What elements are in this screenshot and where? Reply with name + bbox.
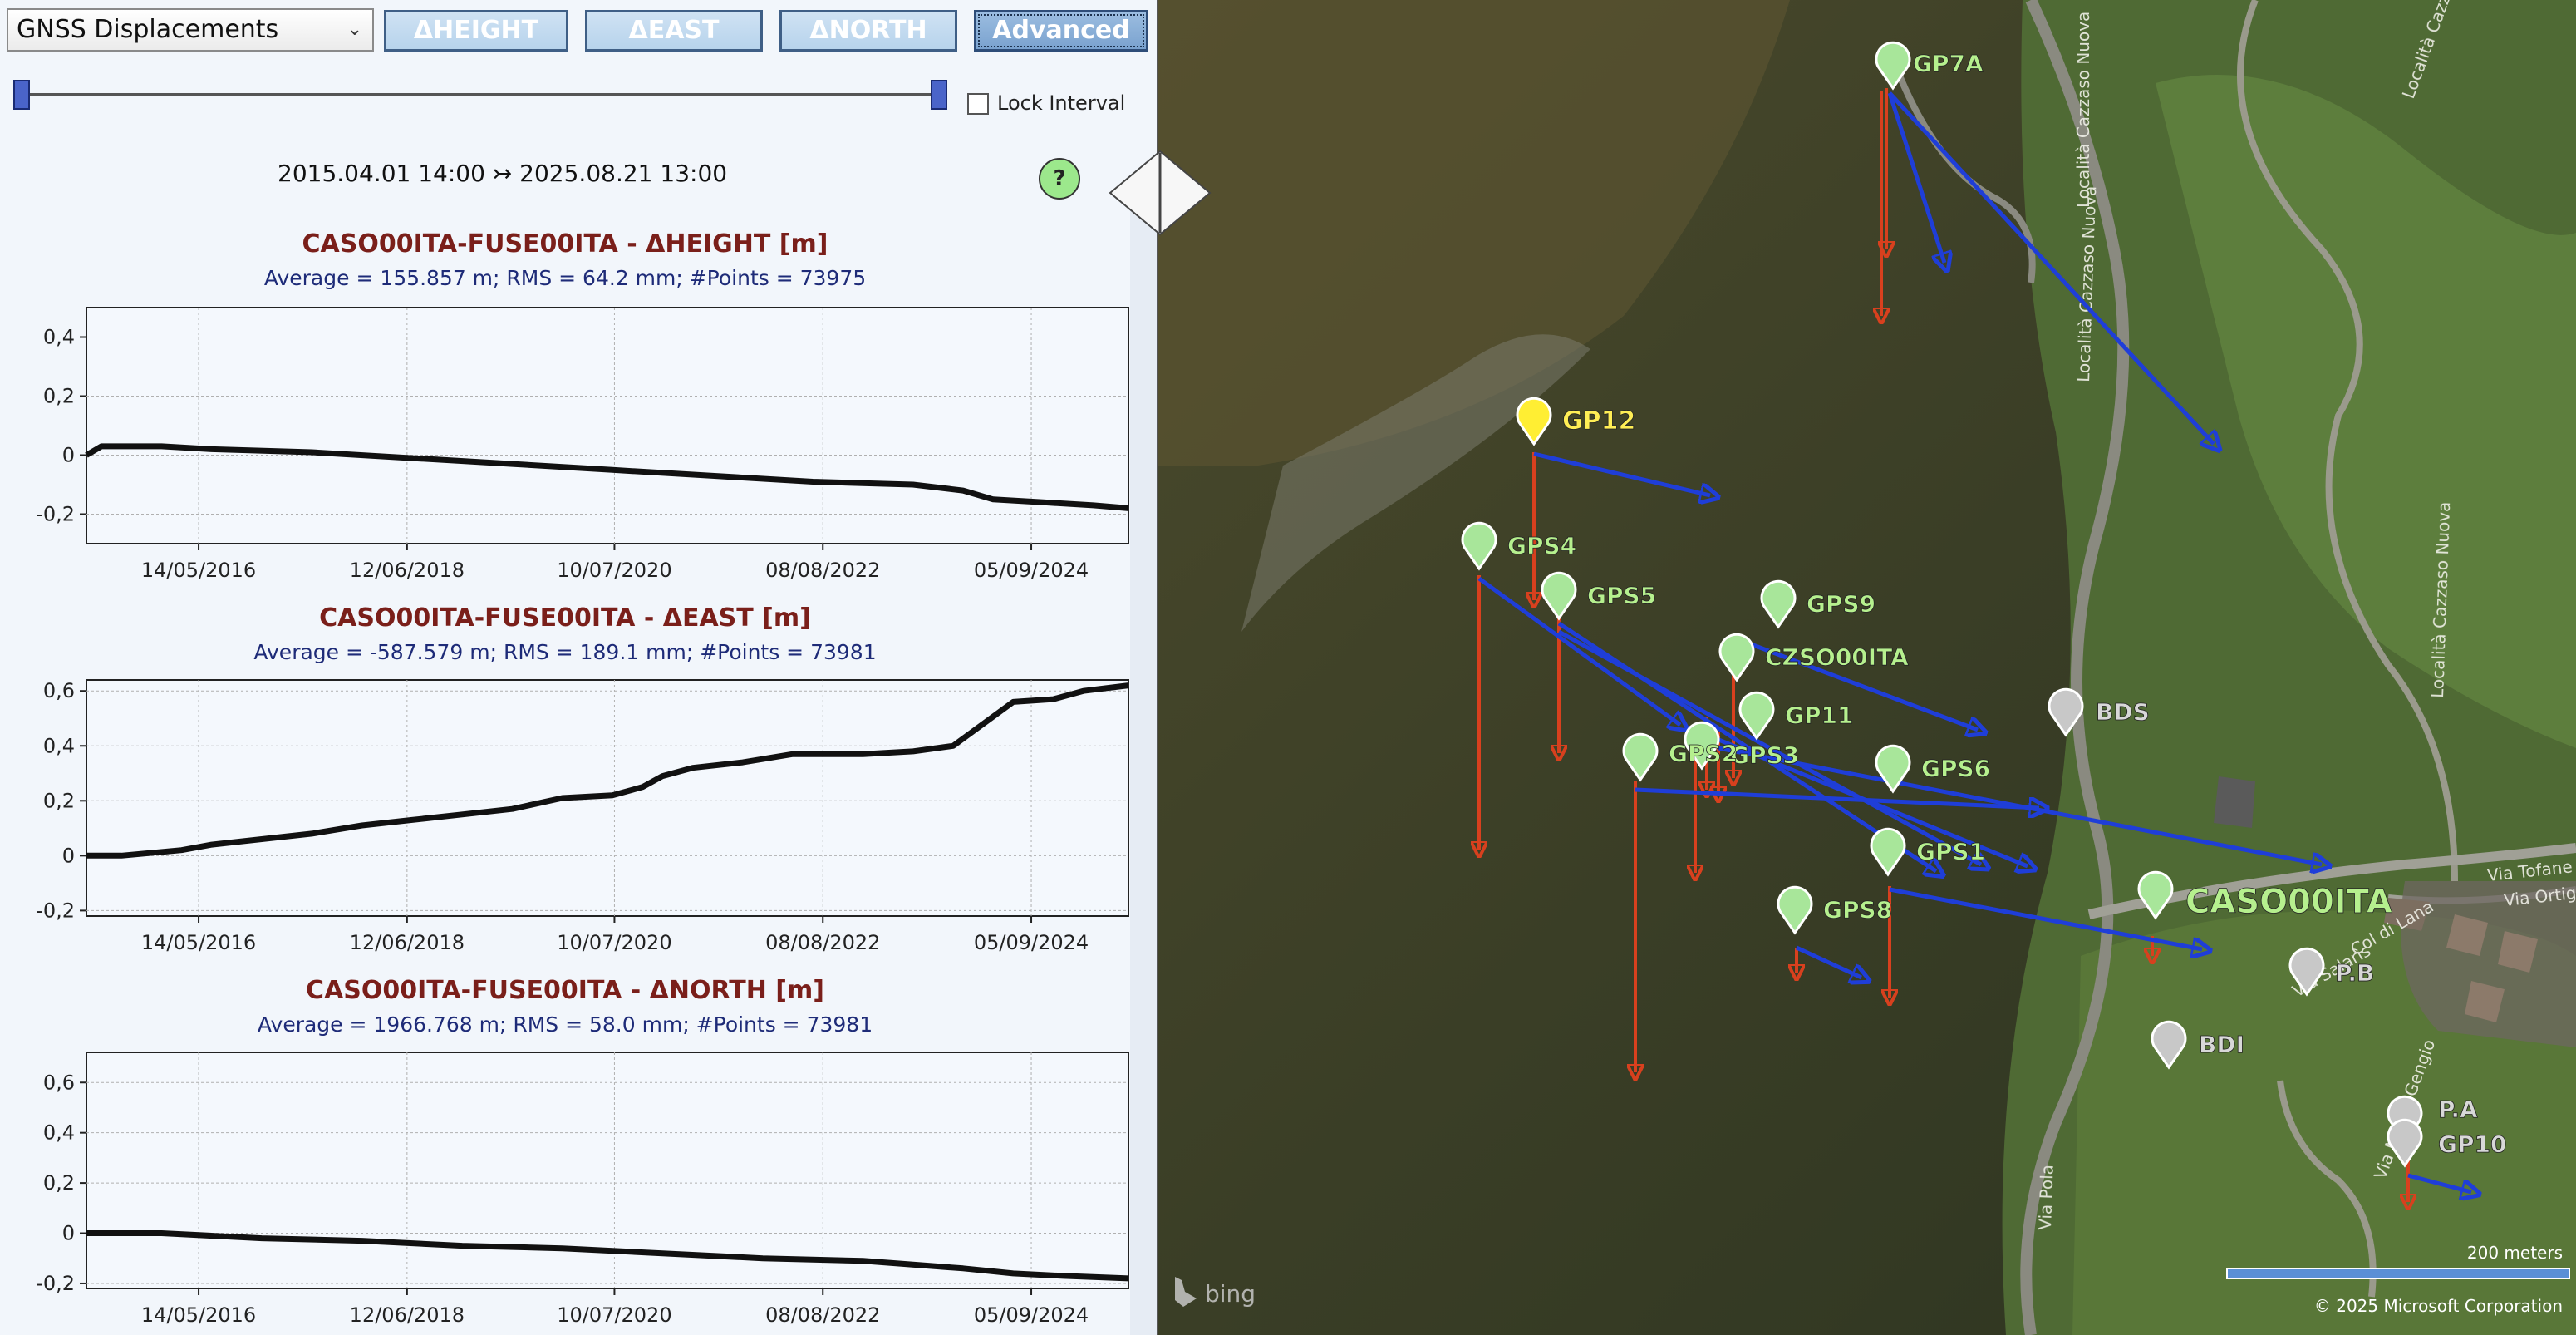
- y-tick-label: 0: [62, 844, 75, 867]
- dataset-dropdown[interactable]: GNSS Displacements ⌄: [7, 8, 374, 52]
- delta-east-button[interactable]: ΔEAST: [585, 10, 763, 52]
- station-label: P.A: [2438, 1096, 2478, 1123]
- station-label: GPS3: [1730, 741, 1799, 769]
- y-tick-label: -0,2: [36, 1272, 75, 1295]
- station-label: CZSO00ITA: [1765, 643, 1909, 671]
- lock-interval-checkbox[interactable]: [967, 93, 989, 115]
- x-tick-label: 12/06/2018: [350, 931, 465, 954]
- delta-height-button[interactable]: ΔHEIGHT: [384, 10, 568, 52]
- x-tick-label: 05/09/2024: [974, 559, 1089, 582]
- station-label: GPS5: [1587, 582, 1656, 609]
- x-tick-label: 14/05/2016: [141, 931, 256, 954]
- station-label: GPS1: [1916, 838, 1985, 865]
- y-tick-label: 0,2: [43, 789, 75, 812]
- plot-area: [86, 307, 1129, 544]
- y-tick-label: 0,4: [43, 734, 75, 757]
- chart-height-title: CASO00ITA-FUSE00ITA - ΔHEIGHT [m]: [302, 229, 828, 259]
- x-tick-label: 14/05/2016: [141, 559, 256, 582]
- station-label: GPS2: [1669, 740, 1738, 767]
- x-tick-label: 12/06/2018: [350, 1303, 465, 1327]
- x-tick-label: 08/08/2022: [765, 1303, 880, 1327]
- chart-height: 0,4 0,2 0 -0,2 14/05/2016 12/06/2018 10/07/202…: [0, 301, 1130, 582]
- panel-scrollbar[interactable]: [1130, 191, 1158, 1335]
- station-label: GPS9: [1807, 590, 1875, 618]
- station-label: GPS6: [1921, 755, 1990, 782]
- y-tick-label: 0,2: [43, 385, 75, 408]
- station-label: GP11: [1785, 702, 1853, 729]
- y-tick-label: 0: [62, 1222, 75, 1245]
- x-tick-label: 10/07/2020: [557, 559, 671, 582]
- interval-start-handle[interactable]: [13, 80, 30, 110]
- x-tick-label: 14/05/2016: [141, 1303, 256, 1327]
- y-tick-label: 0,4: [43, 1121, 75, 1145]
- station-label: CASO00ITA: [2185, 883, 2392, 921]
- interval-end-handle[interactable]: [931, 80, 947, 110]
- chart-east-svg: 0,6 0,4 0,2 0 -0,2 14/05/2016 12/06/2018 10/07/…: [36, 679, 1129, 954]
- chart-east-summary: Average = -587.579 m; RMS = 189.1 mm; #P…: [253, 640, 877, 664]
- station-label: GP12: [1562, 406, 1635, 436]
- station-label: BDS: [2096, 698, 2150, 726]
- aerial-map[interactable]: Località Cazzaso Nuova Località Cazzaso …: [1158, 0, 2576, 1335]
- y-tick-label: 0,6: [43, 1071, 75, 1094]
- station-label: GPS4: [1507, 532, 1576, 559]
- delta-north-button[interactable]: ΔNORTH: [779, 10, 957, 52]
- scale-bar: [2226, 1268, 2570, 1279]
- chevron-down-icon: ⌄: [347, 19, 362, 40]
- chart-east-title: CASO00ITA-FUSE00ITA - ΔEAST [m]: [319, 603, 811, 633]
- chart-east: 0,6 0,4 0,2 0 -0,2 14/05/2016 12/06/2018 10/07/…: [0, 673, 1130, 954]
- bing-brand: bing: [1205, 1280, 1256, 1308]
- chart-height-summary: Average = 155.857 m; RMS = 64.2 mm; #Poi…: [263, 266, 867, 290]
- help-button[interactable]: ?: [1039, 158, 1080, 200]
- x-tick-label: 08/08/2022: [765, 559, 880, 582]
- map-copyright: © 2025 Microsoft Corporation: [2314, 1296, 2563, 1316]
- y-tick-label: 0,6: [43, 679, 75, 702]
- chart-north-svg: 0,6 0,4 0,2 0 -0,2 14/05/2016 12/06/2018 10/07/…: [36, 1052, 1129, 1327]
- chart-north-title: CASO00ITA-FUSE00ITA - ΔNORTH [m]: [306, 976, 824, 1005]
- station-label: GP10: [2438, 1131, 2506, 1158]
- building-bds: [2214, 776, 2255, 828]
- station-label: BDI: [2199, 1031, 2244, 1058]
- chart-height-svg: 0,4 0,2 0 -0,2 14/05/2016 12/06/2018 10/07/202…: [36, 307, 1129, 582]
- control-panel: GNSS Displacements ⌄ ΔHEIGHT ΔEAST ΔNORT…: [0, 0, 1158, 1335]
- y-tick-label: 0,2: [43, 1171, 75, 1195]
- y-tick-label: -0,2: [36, 503, 75, 526]
- y-tick-label: 0,4: [43, 326, 75, 349]
- x-tick-label: 08/08/2022: [765, 931, 880, 954]
- road-label-cazzaso-1: Località Cazzaso Nuova: [2073, 12, 2093, 208]
- station-label: P.B: [2335, 959, 2374, 987]
- x-tick-label: 10/07/2020: [557, 1303, 671, 1327]
- x-tick-label: 05/09/2024: [974, 931, 1089, 954]
- x-tick-label: 10/07/2020: [557, 931, 671, 954]
- x-tick-label: 12/06/2018: [350, 559, 465, 582]
- y-tick-label: -0,2: [36, 899, 75, 922]
- y-tick-label: 0: [62, 444, 75, 467]
- station-label: GP7A: [1913, 50, 1984, 77]
- collapse-panel-button[interactable]: [1109, 150, 1212, 236]
- scale-label: 200 meters: [2467, 1243, 2563, 1263]
- x-tick-label: 05/09/2024: [974, 1303, 1089, 1327]
- date-range-label: 2015.04.01 14:00 ↣ 2025.08.21 13:00: [278, 160, 728, 187]
- map-view[interactable]: Località Cazzaso Nuova Località Cazzaso …: [1158, 0, 2576, 1335]
- dataset-value: GNSS Displacements: [17, 15, 279, 44]
- lock-interval-label: Lock Interval: [997, 91, 1126, 115]
- advanced-button[interactable]: Advanced: [974, 10, 1148, 52]
- road-label-pola: Via Pola: [2035, 1165, 2057, 1231]
- interval-slider-track[interactable]: [23, 93, 941, 96]
- chart-north-summary: Average = 1966.768 m; RMS = 58.0 mm; #Po…: [257, 1012, 873, 1037]
- chart-north: 0,6 0,4 0,2 0 -0,2 14/05/2016 12/06/2018 10/07/…: [0, 1046, 1130, 1327]
- station-label: GPS8: [1823, 896, 1892, 924]
